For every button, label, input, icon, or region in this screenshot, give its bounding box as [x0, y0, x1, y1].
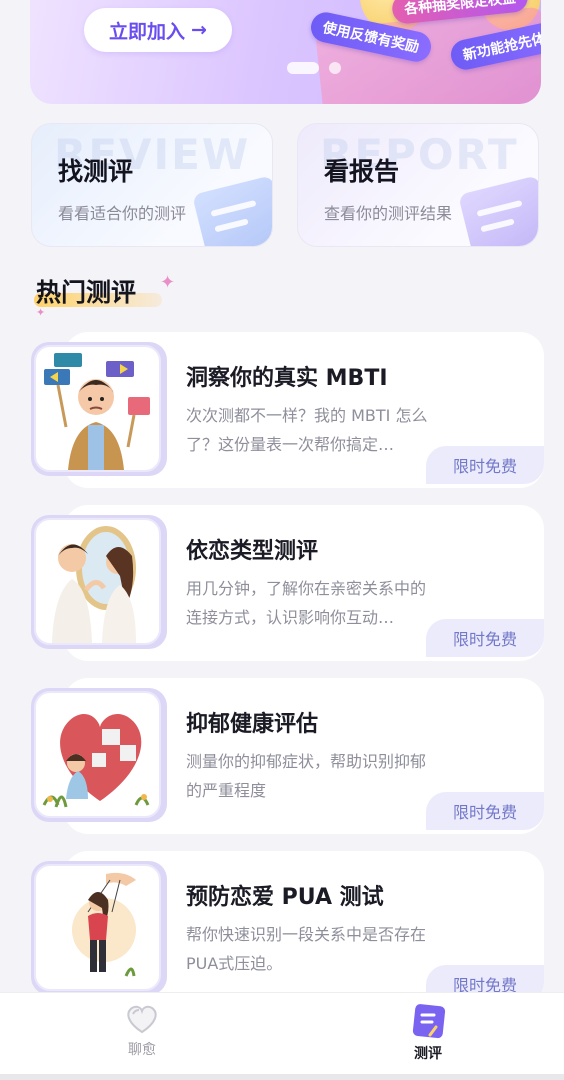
free-badge: 限时免费: [426, 792, 544, 830]
test-description: 用几分钟，了解你在亲密关系中的连接方式，认识影响你互动…: [186, 579, 427, 627]
join-now-button[interactable]: 立即加入 →: [84, 8, 232, 52]
promo-banner[interactable]: 立即加入 → 各种抽奖限定权益 使用反馈有奖励 新功能抢先体验: [30, 0, 541, 104]
view-report-card[interactable]: REPORT 看报告 查看你的测评结果: [297, 123, 539, 247]
find-test-card[interactable]: REVIEW 找测评 看看适合你的测评: [31, 123, 273, 247]
document-icon: [192, 175, 272, 246]
test-description: 次次测都不一样？我的 MBTI 怎么了？这份量表一次帮你搞定…: [186, 406, 428, 454]
view-report-subtitle: 查看你的测评结果: [324, 204, 453, 223]
carousel-dot[interactable]: [329, 62, 341, 74]
carousel-dot-active[interactable]: [287, 62, 319, 74]
find-test-title: 找测评: [58, 157, 134, 186]
find-test-subtitle: 看看适合你的测评: [58, 204, 187, 223]
attachment-illustration: [34, 518, 161, 645]
sparkle-icon: ✦: [36, 306, 46, 319]
test-description: 测量你的抑郁症状，帮助识别抑郁的严重程度: [186, 752, 427, 800]
nav-label: 测评: [414, 1046, 442, 1062]
test-title: 抑郁健康评估: [186, 712, 319, 737]
section-title: 热门测评: [36, 278, 137, 307]
test-title: 洞察你的真实 MBTI: [186, 366, 388, 391]
heart-icon: [127, 1005, 157, 1034]
thumbnail-frame: [31, 342, 167, 476]
carousel-indicator: [287, 62, 341, 74]
free-badge: 限时免费: [426, 619, 544, 657]
arrow-right-icon: →: [191, 19, 207, 41]
nav-tab-evaluate[interactable]: 测评: [388, 1003, 468, 1063]
depression-illustration: [34, 691, 161, 818]
nav-label: 聊愈: [128, 1042, 156, 1058]
join-now-label: 立即加入: [109, 20, 186, 43]
notebook-icon: [412, 1004, 446, 1039]
report-icon: [458, 175, 538, 246]
mbti-illustration: [34, 345, 161, 472]
test-title: 依恋类型测评: [186, 539, 319, 564]
sparkle-icon: ✦: [160, 272, 176, 293]
thumbnail-frame: [31, 861, 167, 995]
nav-tab-heal[interactable]: 聊愈: [102, 1003, 182, 1059]
thumbnail-frame: [31, 688, 167, 822]
test-description: 帮你快速识别一段关系中是否存在PUA式压迫。: [186, 925, 427, 973]
thumbnail-frame: [31, 515, 167, 649]
system-home-bar: [0, 1074, 564, 1080]
bottom-nav: 聊愈 测评: [0, 992, 564, 1074]
test-title: 预防恋爱 PUA 测试: [186, 885, 384, 910]
free-badge: 限时免费: [426, 446, 544, 484]
pua-illustration: [34, 864, 161, 991]
view-report-title: 看报告: [324, 157, 400, 186]
